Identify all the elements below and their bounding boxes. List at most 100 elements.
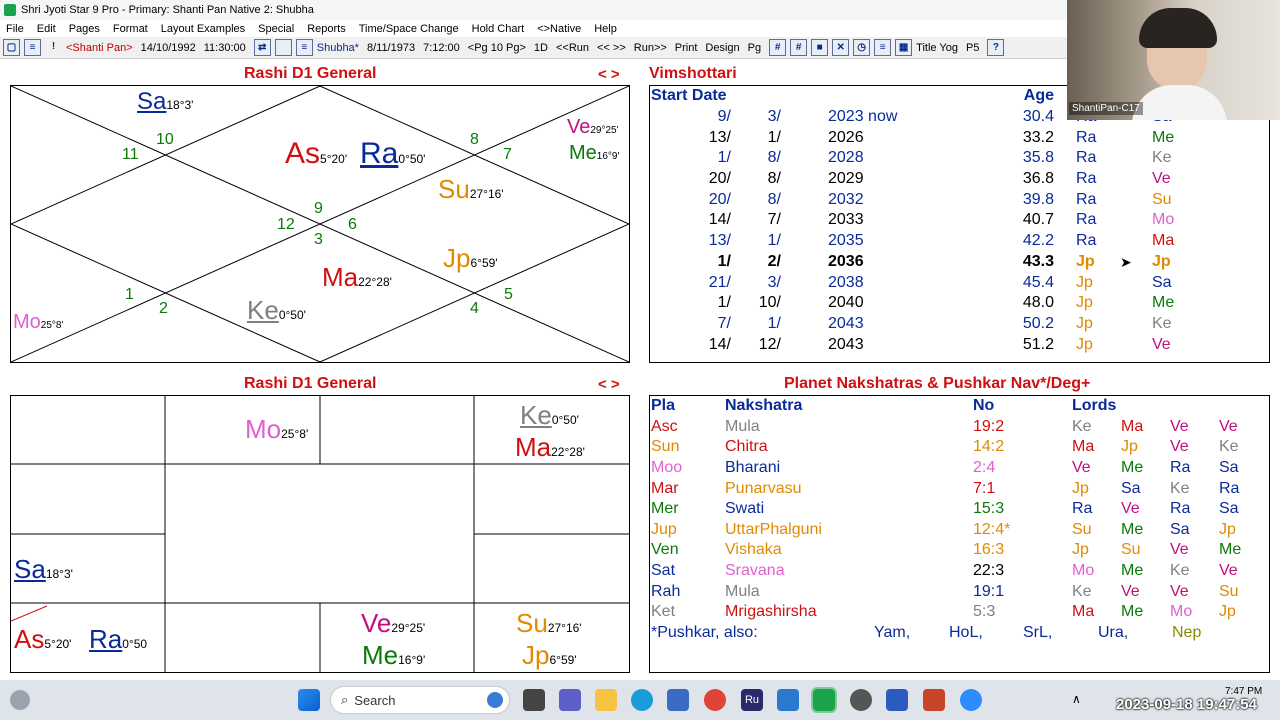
menu-special[interactable]: Special [258,23,294,35]
page-nav[interactable]: <Pg 10 Pg> [468,42,526,54]
planet-jp: Jp6°59' [443,243,498,273]
chevron-up-icon[interactable]: ∧ [1072,692,1081,706]
swap-icon[interactable]: ⇄ [253,39,271,56]
nak-cell-nakshatra: UttarPhalguni [725,520,822,538]
planet-mo: Mo25°8' [245,414,309,444]
help-icon[interactable]: ? [987,39,1005,56]
planet-ve: Ve29°25' [361,608,426,638]
house-number: 11 [122,146,139,163]
mouse-cursor-icon: ➤ [1120,254,1132,270]
vim-cell-y: 2040 [828,294,864,312]
chrome-icon[interactable] [704,689,726,711]
native2-name[interactable]: Shubha* [317,42,359,54]
menu-pages[interactable]: Pages [69,23,100,35]
nak-cell-lord: Me [1219,541,1242,559]
rashi-bottom-title: Rashi D1 General [244,375,377,392]
square-icon[interactable]: ▢ [3,39,20,56]
menu-time-space-change[interactable]: Time/Space Change [359,23,459,35]
jyoti-star-icon[interactable] [811,687,837,713]
vim-cell-y: 2043 [828,314,864,332]
menu-file[interactable]: File [6,23,24,35]
vim-cell-m: 1/ [767,128,781,146]
vim-cell-age: 33.2 [1022,128,1054,146]
list2-icon[interactable]: ≡ [295,39,313,56]
vim-cell-y: 2032 [828,190,864,208]
planet-me: Me16°9' [569,142,620,164]
nak-cell-pla: Mar [651,479,679,497]
word-icon[interactable] [886,689,908,711]
rashi-top-title: Rashi D1 General [244,65,377,82]
pushkar-footer: *Pushkar, also: Yam, HoL, SrL, Ura, Nep [651,624,1201,642]
ru-app-icon[interactable]: Ru [741,689,763,711]
store-icon[interactable] [667,689,689,711]
vim-cell-m: 2/ [767,252,781,270]
vim-cell-spacer [781,127,816,148]
timestamp-overlay: 2023-09-18 19:47:54 [1116,696,1257,713]
teams-icon[interactable] [559,689,581,711]
pushkar-item: HoL, [949,624,983,641]
run-forward-button[interactable]: Run>> [634,42,667,54]
mail-icon[interactable] [777,689,799,711]
nak-header-pla: Pla [651,397,676,415]
nak-cell-no: 12:4* [973,520,1011,538]
menu-hold-chart[interactable]: Hold Chart [472,23,525,35]
doc-icon[interactable]: ≡ [874,39,892,56]
vimshottari-title: Vimshottari [649,65,737,82]
nak-cell-pla: Sat [651,562,676,580]
vim-cell-age: 43.3 [1022,252,1054,270]
grid-icon[interactable]: # [769,39,787,56]
start-icon[interactable] [298,689,320,711]
p5-button[interactable]: P5 [966,42,979,54]
nak-cell-pla: Jup [651,520,677,538]
pg-button[interactable]: Pg [748,42,761,54]
vim-cell-l1: Jp [1076,252,1095,270]
menu-edit[interactable]: Edit [37,23,56,35]
run-back-button[interactable]: <<Run [556,42,589,54]
vim-cell-m: 8/ [767,149,781,167]
search-input[interactable]: ⌕ Search [330,686,510,714]
pushkar-label: *Pushkar, also: [651,624,758,641]
pushkar-item: Yam, [874,624,911,641]
bing-icon [487,692,503,708]
menu-reports[interactable]: Reports [307,23,346,35]
title-yog-button[interactable]: Title Yog [916,42,958,54]
task-view-icon[interactable] [523,689,545,711]
planet-sa: Sa18°3' [14,554,73,584]
widgets-icon[interactable] [10,690,30,710]
clock-icon[interactable]: ◷ [853,39,871,56]
nak-row: Asc Mula 19:2 Ke Ma Ve Ve [651,417,1259,438]
vim-cell-spacer [781,231,816,252]
menu-layout-examples[interactable]: Layout Examples [161,23,245,35]
step-arrows[interactable]: << >> [597,42,626,54]
menu-help[interactable]: Help [594,23,617,35]
vim-row: 13/1/2035 42.2 Ra Ma [651,231,1212,252]
nak-cell-lord: Jp [1219,520,1236,538]
d1-button[interactable]: 1D [534,42,548,54]
print-button[interactable]: Print [675,42,698,54]
alert-icon[interactable]: ! [45,39,62,56]
vim-cell-y: 2033 [828,211,864,229]
vim-cell-l1: Jp [1076,273,1093,291]
powerpoint-icon[interactable] [923,689,945,711]
app-icon[interactable] [850,689,872,711]
nak-cell-lord: Ra [1219,479,1240,497]
grid2-icon[interactable]: # [790,39,808,56]
rashi-bottom-nav[interactable]: < > [598,376,620,393]
close-x-icon[interactable]: ✕ [832,39,850,56]
vim-cell-spacer [781,169,816,190]
zoom-icon[interactable] [960,689,982,711]
search-placeholder: Search [354,692,396,708]
file-explorer-icon[interactable] [595,689,617,711]
nak-cell-lord: Ve [1170,438,1189,456]
blank-icon[interactable] [274,39,292,56]
nak-cell-no: 15:3 [973,500,1005,518]
design-button[interactable]: Design [705,42,739,54]
list-icon[interactable]: ≡ [24,39,41,56]
menu-format[interactable]: Format [113,23,148,35]
edge-icon[interactable] [631,689,653,711]
menu-native[interactable]: <>Native [537,23,581,35]
save-icon[interactable]: ■ [811,39,829,56]
chart-icon[interactable]: ▦ [895,39,913,56]
rashi-top-nav[interactable]: < > [598,66,620,83]
native1-name[interactable]: <Shanti Pan> [66,42,133,54]
